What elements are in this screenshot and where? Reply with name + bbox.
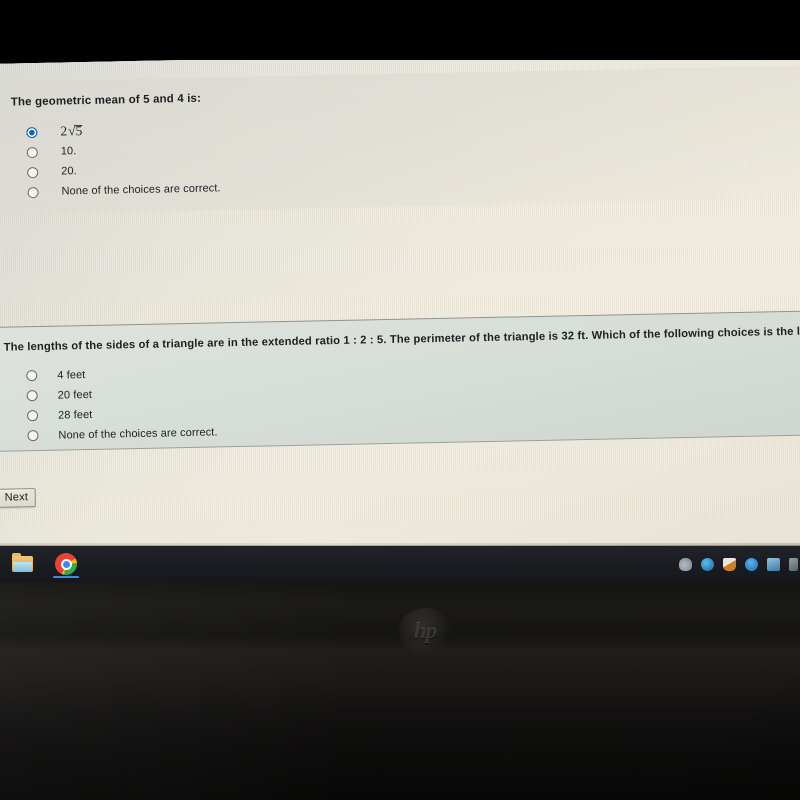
- folder-icon: [11, 553, 33, 572]
- question-2-choices: 4 feet 20 feet 28 feet None of the choic…: [4, 352, 800, 445]
- browser-icon[interactable]: [701, 557, 714, 571]
- choice-label: 28 feet: [57, 408, 93, 422]
- radio-button-icon[interactable]: [26, 146, 38, 158]
- bluetooth-icon[interactable]: [745, 557, 758, 571]
- laptop-photo: The geometric mean of 5 and 4 is: 2√ 5 10…: [0, 0, 800, 800]
- chrome-icon: [55, 553, 77, 575]
- hp-logo: hp: [399, 608, 451, 654]
- taskbar-item-file-explorer[interactable]: [0, 545, 44, 583]
- taskbar-item-google-chrome[interactable]: [44, 545, 88, 583]
- choice-label: 20 feet: [57, 388, 93, 402]
- choice-label: 20.: [61, 165, 77, 178]
- choice-label: 10.: [60, 145, 77, 158]
- radio-button-icon[interactable]: [27, 430, 39, 442]
- radio-button-icon[interactable]: [26, 410, 39, 422]
- radio-button-icon[interactable]: [26, 390, 38, 402]
- choice-label: 4 feet: [57, 368, 86, 382]
- laptop-screen: The geometric mean of 5 and 4 is: 2√ 5 10…: [0, 60, 800, 580]
- radio-button-icon[interactable]: [26, 126, 38, 138]
- radio-button-icon[interactable]: [27, 166, 39, 178]
- radio-button-icon[interactable]: [26, 370, 38, 382]
- question-block-1: The geometric mean of 5 and 4 is: 2√ 5 10…: [0, 65, 800, 215]
- windows-taskbar: [0, 543, 800, 583]
- next-button[interactable]: Next: [0, 488, 37, 508]
- active-window-indicator: [53, 575, 79, 578]
- system-tray: [679, 545, 800, 583]
- edge-icon[interactable]: [789, 557, 798, 571]
- taskbar-pinned-apps: [0, 545, 88, 583]
- choice-label: None of the choices are correct.: [61, 182, 221, 198]
- cloud-icon[interactable]: [679, 557, 692, 571]
- question-1-prompt: The geometric mean of 5 and 4 is:: [10, 92, 202, 109]
- laptop-bezel: [0, 578, 800, 800]
- choice-label: None of the choices are correct.: [58, 426, 218, 442]
- display-icon[interactable]: [767, 557, 780, 571]
- radio-button-icon[interactable]: [27, 186, 39, 198]
- question-1-choices: 2√ 5 10. 20. None of the choices are cor…: [11, 108, 800, 201]
- question-2-prompt: The lengths of the sides of a triangle a…: [3, 323, 800, 354]
- choice-label: 2√ 5: [60, 123, 83, 139]
- shield-icon[interactable]: [723, 557, 736, 571]
- question-block-2: The lengths of the sides of a triangle a…: [0, 310, 800, 452]
